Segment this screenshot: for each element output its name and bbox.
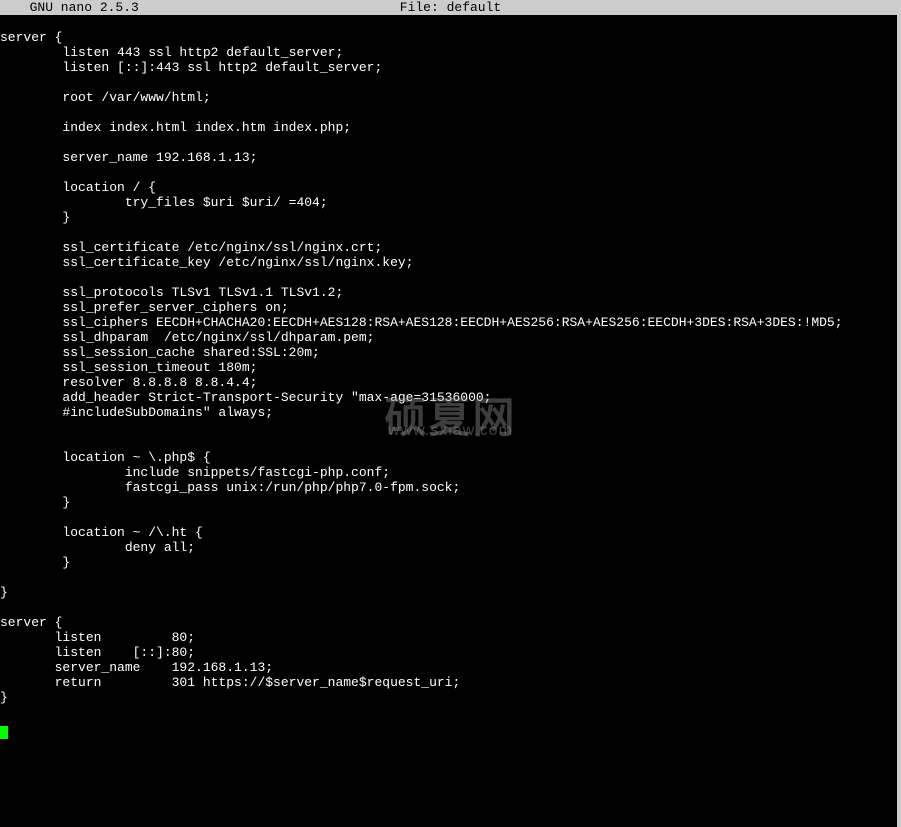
file-line bbox=[0, 705, 901, 720]
file-line bbox=[0, 420, 901, 435]
file-line bbox=[0, 510, 901, 525]
file-line bbox=[0, 165, 901, 180]
file-line: try_files $uri $uri/ =404; bbox=[0, 195, 901, 210]
file-line: return 301 https://$server_name$request_… bbox=[0, 675, 901, 690]
editor-titlebar: GNU nano 2.5.3 File: default bbox=[0, 0, 901, 15]
file-line: ssl_dhparam /etc/nginx/ssl/dhparam.pem; bbox=[0, 330, 901, 345]
cursor-line bbox=[0, 720, 901, 735]
file-line bbox=[0, 135, 901, 150]
file-line: include snippets/fastcgi-php.conf; bbox=[0, 465, 901, 480]
file-line bbox=[0, 570, 901, 585]
file-line: server_name 192.168.1.13; bbox=[0, 150, 901, 165]
file-line: fastcgi_pass unix:/run/php/php7.0-fpm.so… bbox=[0, 480, 901, 495]
file-line: location / { bbox=[0, 180, 901, 195]
file-line: server { bbox=[0, 30, 901, 45]
file-line: ssl_session_cache shared:SSL:20m; bbox=[0, 345, 901, 360]
file-line: } bbox=[0, 495, 901, 510]
app-name: GNU nano 2.5.3 bbox=[0, 0, 139, 15]
file-line: server_name 192.168.1.13; bbox=[0, 660, 901, 675]
file-line bbox=[0, 435, 901, 450]
file-line: index index.html index.htm index.php; bbox=[0, 120, 901, 135]
file-line: ssl_prefer_server_ciphers on; bbox=[0, 300, 901, 315]
file-line: add_header Strict-Transport-Security "ma… bbox=[0, 390, 901, 405]
file-line: ssl_certificate /etc/nginx/ssl/nginx.crt… bbox=[0, 240, 901, 255]
right-border bbox=[897, 0, 901, 827]
file-line: ssl_certificate_key /etc/nginx/ssl/nginx… bbox=[0, 255, 901, 270]
file-line: resolver 8.8.8.8 8.8.4.4; bbox=[0, 375, 901, 390]
file-line: ssl_session_timeout 180m; bbox=[0, 360, 901, 375]
cursor bbox=[0, 726, 8, 739]
file-line: listen [::]:80; bbox=[0, 645, 901, 660]
editor-content[interactable]: server { listen 443 ssl http2 default_se… bbox=[0, 15, 901, 735]
file-line: listen [::]:443 ssl http2 default_server… bbox=[0, 60, 901, 75]
file-line: listen 443 ssl http2 default_server; bbox=[0, 45, 901, 60]
file-line: deny all; bbox=[0, 540, 901, 555]
file-line: ssl_ciphers EECDH+CHACHA20:EECDH+AES128:… bbox=[0, 315, 901, 330]
file-line bbox=[0, 600, 901, 615]
file-line: } bbox=[0, 690, 901, 705]
file-line: location ~ /\.ht { bbox=[0, 525, 901, 540]
file-line bbox=[0, 225, 901, 240]
file-line: #includeSubDomains" always; bbox=[0, 405, 901, 420]
file-line bbox=[0, 105, 901, 120]
file-line: server { bbox=[0, 615, 901, 630]
file-line: } bbox=[0, 585, 901, 600]
file-line: } bbox=[0, 555, 901, 570]
file-line: ssl_protocols TLSv1 TLSv1.1 TLSv1.2; bbox=[0, 285, 901, 300]
file-line bbox=[0, 270, 901, 285]
file-line bbox=[0, 75, 901, 90]
file-line: listen 80; bbox=[0, 630, 901, 645]
file-line: } bbox=[0, 210, 901, 225]
file-line: location ~ \.php$ { bbox=[0, 450, 901, 465]
file-line: root /var/www/html; bbox=[0, 90, 901, 105]
